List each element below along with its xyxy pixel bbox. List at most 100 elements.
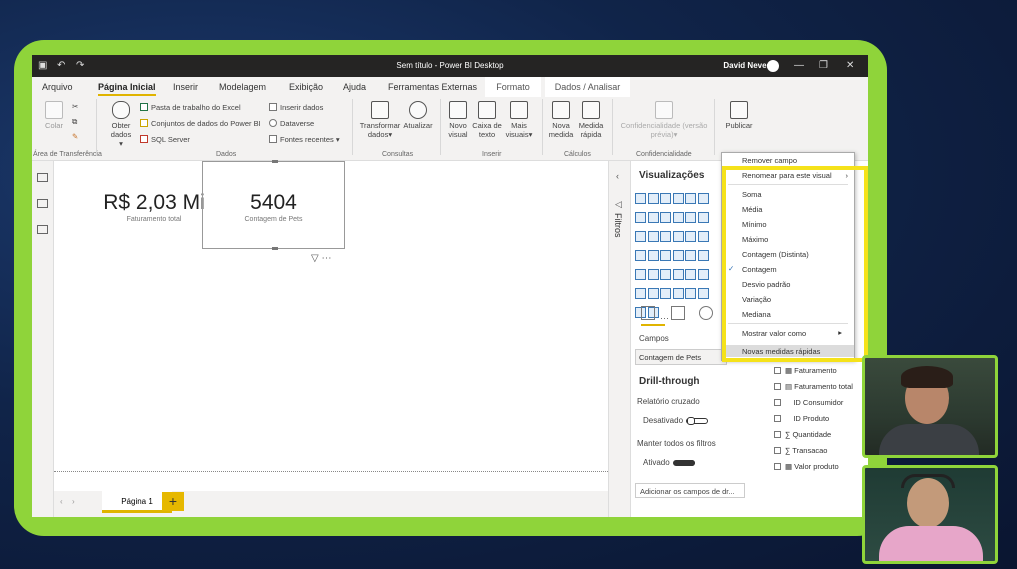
user-name[interactable]: David Neves [723,61,771,70]
field-item[interactable]: ▤ Faturamento total [774,382,853,391]
more-visuals-button[interactable]: Mais visuais▾ [504,101,534,139]
resize-handle[interactable] [272,247,278,250]
map-icon[interactable] [635,250,646,261]
matrix-icon[interactable] [685,269,696,280]
stacked-area-icon[interactable] [660,212,671,223]
funnel-icon[interactable] [647,231,659,242]
minimize-icon[interactable]: — [794,60,804,72]
qa-icon[interactable] [672,288,684,299]
filters-pane-collapsed[interactable]: ‹ ◁ Filtros [608,161,630,517]
data-view-icon[interactable] [37,199,48,208]
field-item[interactable]: ID Produto [774,414,829,423]
line-column-icon[interactable] [672,212,684,223]
recent-sources-button[interactable]: Fontes recentes ▾ [269,135,340,144]
smart-narrative-icon[interactable] [685,288,696,299]
get-data-button[interactable]: Obter dados ▾ [108,101,134,148]
powerbi-datasets-button[interactable]: Conjuntos de dados do Power BI [140,119,261,128]
card-icon[interactable] [697,250,709,261]
keep-filters-toggle[interactable]: Ativado [643,458,695,467]
treemap-icon[interactable] [697,231,709,242]
field-item[interactable]: ID Consumidor [774,398,843,407]
slicer-icon[interactable] [660,269,671,280]
user-toggle[interactable] [767,60,779,72]
refresh-button[interactable]: Atualizar [402,101,434,130]
python-visual-icon[interactable] [635,288,646,299]
waterfall-icon[interactable] [635,231,646,242]
clustered-bar-icon[interactable] [660,193,671,204]
cross-report-toggle[interactable]: Desativado [643,416,709,425]
r-visual-icon[interactable] [697,269,709,280]
field-item[interactable]: ▦ Valor produto [774,462,839,471]
tab-ferramentas-externas[interactable]: Ferramentas Externas [388,82,477,92]
tab-dados-analisar[interactable]: Dados / Analisar [545,77,630,97]
checkbox[interactable] [774,447,781,454]
checkbox[interactable] [774,431,781,438]
close-icon[interactable]: ✕ [846,60,854,72]
copy-icon[interactable]: ⧉ [72,117,77,127]
checkbox[interactable] [774,463,781,470]
sensitivity-button[interactable]: Confidencialidade (versão prévia)▾ [616,101,712,139]
sql-server-button[interactable]: SQL Server [140,135,190,144]
tab-ajuda[interactable]: Ajuda [343,82,366,92]
next-page-icon[interactable]: › [72,497,75,506]
tab-formato[interactable]: Formato [485,77,541,97]
multirow-card-icon[interactable] [635,269,646,280]
pie-icon[interactable] [672,231,684,242]
restore-icon[interactable]: ❐ [819,60,828,72]
new-measure-button[interactable]: Nova medida [548,101,574,139]
text-box-button[interactable]: Caixa de texto [472,101,502,139]
azure-map-icon[interactable] [672,250,684,261]
stacked-column-icon[interactable] [647,193,659,204]
tab-exibicao[interactable]: Exibição [289,82,323,92]
donut-icon[interactable] [685,231,696,242]
add-drill-fields[interactable]: Adicionar os campos de dr... [635,483,745,498]
new-visual-button[interactable]: Novo visual [446,101,470,139]
filled-map-icon[interactable] [647,250,659,261]
100-column-icon[interactable] [697,193,709,204]
key-influencers-icon[interactable] [647,288,659,299]
analytics-tab-icon[interactable] [699,306,713,320]
collapse-icon[interactable]: ‹ [616,171,619,181]
checkbox[interactable] [774,399,781,406]
filter-icon[interactable]: ▽ [311,253,319,264]
report-canvas[interactable]: R$ 2,03 Mi Faturamento total 5404 Contag… [54,160,608,491]
format-tab-icon[interactable] [671,306,685,320]
prev-page-icon[interactable]: ‹ [60,497,63,506]
model-view-icon[interactable] [37,225,48,234]
cut-icon[interactable]: ✂ [72,102,78,111]
publish-button[interactable]: Publicar [722,101,756,130]
gauge-icon[interactable] [685,250,696,261]
resize-handle[interactable] [272,160,278,163]
transform-data-button[interactable]: Transformar dados▾ [358,101,402,139]
field-item[interactable]: ▦ Faturamento [774,366,837,375]
checkbox[interactable] [774,383,781,390]
menu-remove-field[interactable]: Remover campo [742,156,797,165]
card-contagem-pets[interactable]: 5404 Contagem de Pets [202,161,345,249]
clustered-column-icon[interactable] [672,193,684,204]
shape-map-icon[interactable] [660,250,671,261]
value-field-well[interactable]: Contagem de Pets [635,349,727,365]
ribbon-chart-icon[interactable] [697,212,709,223]
stacked-bar-icon[interactable] [635,193,646,204]
line-clustered-icon[interactable] [685,212,696,223]
add-page-button[interactable]: + [162,492,184,511]
line-chart-icon[interactable] [635,212,646,223]
field-item[interactable]: ∑ Quantidade [774,430,831,439]
tab-inserir[interactable]: Inserir [173,82,198,92]
report-view-icon[interactable] [37,173,48,182]
checkbox[interactable] [774,415,781,422]
tab-arquivo[interactable]: Arquivo [42,82,73,92]
100-bar-icon[interactable] [685,193,696,204]
checkbox[interactable] [774,367,781,374]
excel-button[interactable]: Pasta de trabalho do Excel [140,103,241,112]
paste-button[interactable]: Colar [44,101,64,130]
tab-modelagem[interactable]: Modelagem [219,82,266,92]
dataverse-button[interactable]: Dataverse [269,119,314,128]
tab-pagina-inicial[interactable]: Página Inicial [98,82,156,96]
field-item[interactable]: ∑ Transacao [774,446,827,455]
enter-data-button[interactable]: Inserir dados [269,103,323,112]
quick-measure-button[interactable]: Medida rápida [576,101,606,139]
table-visual-icon[interactable] [672,269,684,280]
kpi-icon[interactable] [647,269,659,280]
area-chart-icon[interactable] [647,212,659,223]
